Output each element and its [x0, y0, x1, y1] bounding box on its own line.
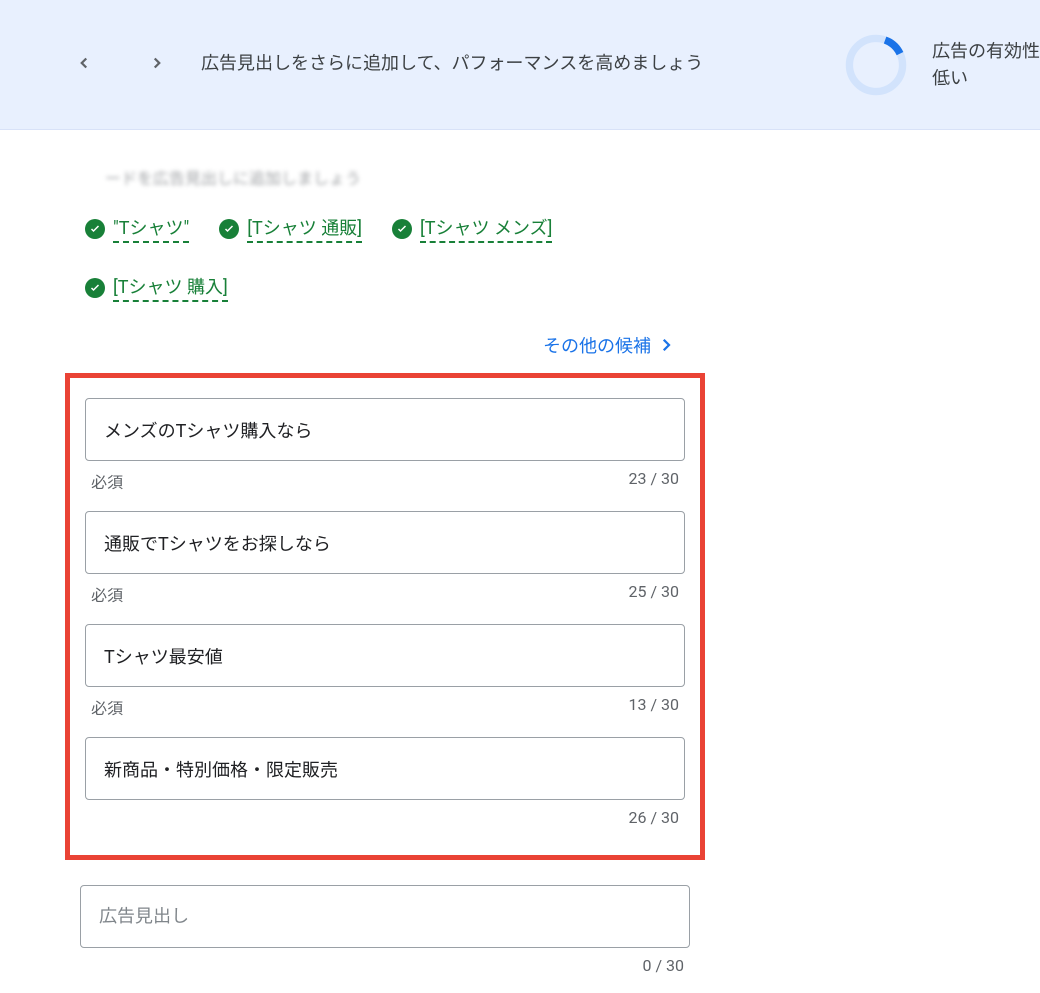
headline-input[interactable] — [85, 624, 685, 687]
suggestion-banner: 広告見出しをさらに追加して、パフォーマンスを高めましょう 広告の有効性 低い — [0, 0, 1040, 130]
char-count: 25 / 30 — [628, 582, 679, 606]
keyword-label: "Tシャツ" — [113, 214, 189, 243]
headline-input-empty[interactable] — [80, 885, 690, 948]
keyword-chip[interactable]: [Tシャツ 購入] — [85, 273, 228, 302]
keyword-chip[interactable]: [Tシャツ メンズ] — [392, 214, 552, 243]
ad-strength-label: 広告の有効性 — [932, 41, 1040, 62]
ad-strength: 広告の有効性 低い — [845, 34, 1040, 96]
chevron-right-icon — [657, 336, 675, 354]
keyword-chips: "Tシャツ" [Tシャツ 通販] [Tシャツ メンズ] [Tシャツ 購入] — [50, 194, 720, 302]
input-meta: 必須 23 / 30 — [85, 461, 685, 511]
char-count: 0 / 30 — [642, 956, 684, 975]
required-label: 必須 — [91, 695, 123, 719]
input-meta: 0 / 30 — [80, 948, 690, 993]
input-meta: 26 / 30 — [85, 800, 685, 845]
required-label: 必須 — [91, 469, 123, 493]
keyword-chip[interactable]: [Tシャツ 通販] — [219, 214, 362, 243]
headline-input[interactable] — [85, 398, 685, 461]
headlines-panel: ードを広告見出しに追加しましょう "Tシャツ" [Tシャツ 通販] [Tシャツ … — [50, 150, 720, 993]
next-arrow-icon[interactable] — [148, 54, 166, 76]
more-candidates: その他の候補 — [50, 302, 720, 373]
required-label: 必須 — [91, 582, 123, 606]
headline-input[interactable] — [85, 511, 685, 574]
banner-message: 広告見出しをさらに追加して、パフォーマンスを高めましょう — [201, 50, 703, 79]
more-candidates-link[interactable]: その他の候補 — [543, 332, 675, 358]
ad-strength-text: 広告の有効性 低い — [932, 38, 1040, 92]
headline-input[interactable] — [85, 737, 685, 800]
check-icon — [392, 219, 412, 239]
prev-arrow-icon[interactable] — [75, 54, 93, 76]
hint-text: ードを広告見出しに追加しましょう — [50, 150, 720, 194]
ad-strength-donut-icon — [845, 34, 907, 96]
input-meta: 必須 25 / 30 — [85, 574, 685, 624]
keyword-label: [Tシャツ メンズ] — [420, 214, 552, 243]
main-area: ードを広告見出しに追加しましょう "Tシャツ" [Tシャツ 通販] [Tシャツ … — [0, 130, 1040, 993]
banner-nav — [75, 54, 166, 76]
ad-strength-level: 低い — [932, 68, 968, 89]
check-icon — [85, 278, 105, 298]
check-icon — [219, 219, 239, 239]
extra-headline-section: 0 / 30 — [50, 860, 720, 993]
input-meta: 必須 13 / 30 — [85, 687, 685, 737]
char-count: 23 / 30 — [628, 469, 679, 493]
keyword-label: [Tシャツ 購入] — [113, 273, 228, 302]
check-icon — [85, 219, 105, 239]
char-count: 13 / 30 — [628, 695, 679, 719]
more-candidates-label: その他の候補 — [543, 332, 651, 358]
keyword-label: [Tシャツ 通販] — [247, 214, 362, 243]
keyword-chip[interactable]: "Tシャツ" — [85, 214, 189, 243]
char-count: 26 / 30 — [628, 808, 679, 827]
highlighted-headlines: 必須 23 / 30 必須 25 / 30 必須 13 / 30 26 / 30 — [65, 373, 705, 860]
